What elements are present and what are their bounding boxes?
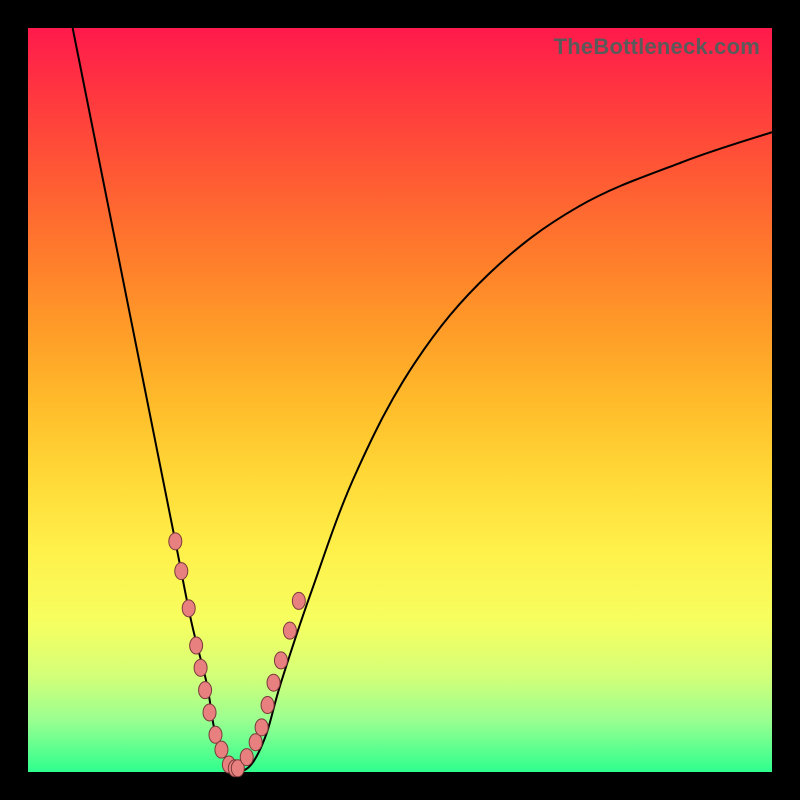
left-marker-6 <box>203 704 216 721</box>
left-marker-5 <box>199 682 212 699</box>
right-marker-7 <box>283 622 296 639</box>
chart-frame: TheBottleneck.com <box>0 0 800 800</box>
bottleneck-curve <box>73 28 772 772</box>
right-marker-1 <box>240 749 253 766</box>
left-marker-4 <box>194 659 207 676</box>
right-marker-8 <box>292 592 305 609</box>
left-marker-0 <box>169 533 182 550</box>
right-marker-4 <box>261 697 274 714</box>
right-marker-2 <box>249 734 262 751</box>
left-marker-3 <box>190 637 203 654</box>
right-marker-5 <box>267 674 280 691</box>
data-point-layer <box>169 533 306 777</box>
bottleneck-curve-svg <box>28 28 772 772</box>
left-marker-7 <box>209 726 222 743</box>
left-marker-2 <box>182 600 195 617</box>
right-marker-3 <box>255 719 268 736</box>
left-marker-1 <box>175 563 188 580</box>
left-marker-8 <box>215 741 228 758</box>
right-marker-6 <box>274 652 287 669</box>
plot-area: TheBottleneck.com <box>28 28 772 772</box>
